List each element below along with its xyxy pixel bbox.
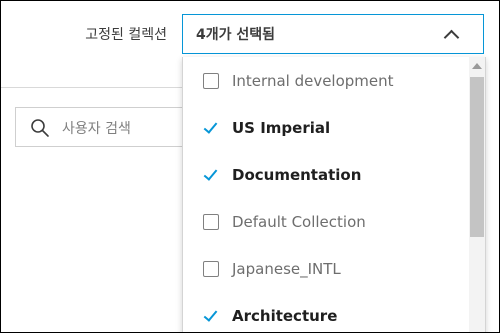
chevron-up-icon[interactable] [443, 29, 460, 46]
user-search-field[interactable]: 사용자 검색 [15, 107, 195, 147]
dropdown-item-label: Default Collection [232, 212, 366, 231]
check-icon [203, 167, 219, 183]
check-icon [203, 120, 219, 136]
checkbox-unchecked[interactable] [203, 260, 219, 277]
dropdown-item-us-imperial[interactable]: US Imperial [183, 104, 469, 151]
dropdown-item-default-collection[interactable]: Default Collection [183, 198, 469, 245]
dropdown-item-label: Japanese_INTL [232, 259, 341, 278]
search-placeholder: 사용자 검색 [62, 121, 131, 137]
pinned-collections-label: 고정된 컬렉션 [85, 27, 167, 43]
check-icon [203, 308, 219, 324]
dropdown-item-label: US Imperial [232, 118, 331, 137]
checkbox-unchecked[interactable] [203, 72, 219, 89]
checkbox-unchecked[interactable] [203, 213, 219, 230]
selected-summary: 4개가 선택됨 [196, 27, 276, 43]
dropdown-item-label: Documentation [232, 165, 362, 184]
dropdown-scrollbar[interactable] [469, 57, 485, 332]
search-icon [31, 119, 49, 137]
dropdown-item-documentation[interactable]: Documentation [183, 151, 469, 198]
header-divider [1, 87, 182, 88]
app-frame: 고정된 컬렉션 4개가 선택됨 사용자 검색 Internal developm… [0, 0, 500, 333]
pinned-collections-select[interactable]: 4개가 선택됨 [182, 14, 484, 54]
dropdown-item-label: Architecture [232, 306, 338, 325]
scrollbar-thumb[interactable] [470, 77, 484, 237]
dropdown-item-japanese-intl[interactable]: Japanese_INTL [183, 245, 469, 292]
dropdown-item-label: Internal development [232, 71, 394, 90]
dropdown-item-architecture[interactable]: Architecture [183, 292, 469, 332]
scroll-up-arrow-icon[interactable] [472, 63, 482, 69]
collections-dropdown: Internal development US Imperial Documen… [182, 57, 486, 332]
dropdown-item-internal-development[interactable]: Internal development [183, 57, 469, 104]
